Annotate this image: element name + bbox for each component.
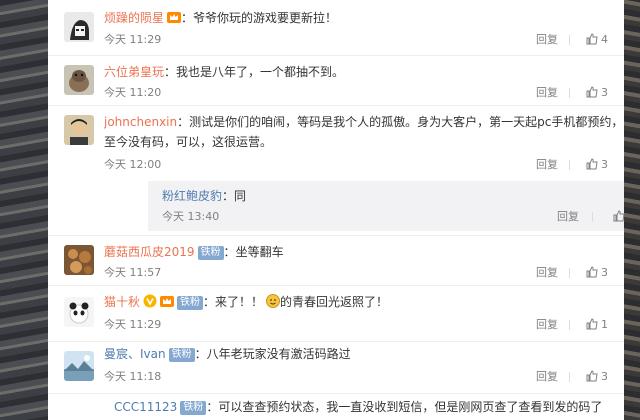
fan-badge: 铁粉 xyxy=(177,296,204,310)
avatar[interactable] xyxy=(64,351,94,381)
divider xyxy=(569,35,570,45)
like-button[interactable]: 3 xyxy=(586,157,608,173)
comment-item: 猫十秋 铁粉 ：来了！！ 的青春回光返照了！ 今天 11:29 回复 1 xyxy=(48,285,624,342)
comment-text: 我也是八年了，一个都抽不到。 xyxy=(176,65,345,79)
like-count: 1 xyxy=(601,318,608,331)
subreply-username[interactable]: 粉红鲍皮豹 xyxy=(162,189,222,203)
comment-time: 今天 11:29 xyxy=(104,318,162,331)
reply-button[interactable]: 回复 xyxy=(536,157,558,173)
comment-text: 八年老玩家没有激活码路过 xyxy=(206,347,351,361)
thumbs-up-icon xyxy=(586,86,598,98)
vip-crown-icon xyxy=(167,12,182,23)
comment-text-after-emoji: 的青春回光返照了！ xyxy=(280,295,389,309)
comment-time: 今天 11:20 xyxy=(104,86,162,99)
comment-time: 今天 11:29 xyxy=(104,33,162,46)
reply-button[interactable]: 回复 xyxy=(536,85,558,101)
reply-button[interactable]: 回复 xyxy=(536,317,558,333)
fan-badge: 铁粉 xyxy=(197,246,224,260)
reply-button[interactable]: 回复 xyxy=(536,265,558,281)
avatar[interactable] xyxy=(64,65,94,95)
comment-username[interactable]: 六位弟皇玩 xyxy=(104,65,164,79)
thumbs-up-icon xyxy=(613,210,624,222)
background-left xyxy=(0,0,48,420)
comment-item: CCC11123 铁粉 ：可以查查预约状态，我一直没收到短信，但是刚网页查了查看到发… xyxy=(114,400,603,415)
comment-item: johnchenxin：测试是你们的咱闹，等码是我个人的孤傲。身为大客户，第一天… xyxy=(48,105,624,236)
thumbs-up-icon xyxy=(586,318,598,330)
divider xyxy=(569,372,570,382)
thumbs-up-icon xyxy=(586,33,598,45)
emoji-face-icon xyxy=(266,294,281,308)
comment-time: 今天 11:18 xyxy=(104,370,162,383)
thumbs-up-icon xyxy=(586,266,598,278)
like-button[interactable]: 3 xyxy=(586,85,608,101)
like-button[interactable]: 3 xyxy=(586,265,608,281)
like-button[interactable]: 3 xyxy=(586,369,608,385)
comment-item: 蘑菇西瓜皮2019 铁粉 ：坐等翻车 今天 11:57 回复 3 xyxy=(48,235,624,286)
comment-text: 来了！！ xyxy=(215,295,264,309)
comment-text: 坐等翻车 xyxy=(235,245,284,259)
like-button[interactable]: 赞 xyxy=(613,209,624,225)
comment-time: 今天 11:57 xyxy=(104,266,162,279)
comment-list: 烦躁的陨星 ：爷爷你玩的游戏要更新拉！ 今天 11:29 回复 4 六位弟皇玩：我… xyxy=(48,0,624,420)
divider xyxy=(569,268,570,278)
reply-button[interactable]: 回复 xyxy=(536,32,558,48)
comment-item: 烦躁的陨星 ：爷爷你玩的游戏要更新拉！ 今天 11:29 回复 4 xyxy=(48,0,624,56)
comment-username[interactable]: johnchenxin xyxy=(104,115,177,129)
comment-username[interactable]: CCC11123 xyxy=(114,400,177,414)
comment-item: 曼宸、Ivan 铁粉 ：八年老玩家没有激活码路过 今天 11:18 回复 3 xyxy=(48,341,624,394)
thumbs-up-icon xyxy=(586,370,598,382)
like-count: 4 xyxy=(601,33,608,46)
comment-item: 六位弟皇玩：我也是八年了，一个都抽不到。 今天 11:20 回复 3 xyxy=(48,55,624,106)
fan-badge: 铁粉 xyxy=(168,348,195,362)
avatar[interactable] xyxy=(64,115,94,145)
like-count: 3 xyxy=(601,370,608,383)
divider xyxy=(569,88,570,98)
fan-badge: 铁粉 xyxy=(180,401,207,415)
comment-username[interactable]: 蘑菇西瓜皮2019 xyxy=(104,245,195,259)
reply-button[interactable]: 回复 xyxy=(557,209,579,225)
sub-reply: 粉红鲍皮豹：同 今天 13:40 回复 赞 xyxy=(148,181,624,231)
like-count: 3 xyxy=(601,266,608,279)
subreply-time: 今天 13:40 xyxy=(162,210,220,223)
verified-v-icon xyxy=(143,294,157,308)
comment-text-continued: 至今没有码，可以，这很运营。 xyxy=(104,135,273,149)
avatar[interactable] xyxy=(64,245,94,275)
thumbs-up-icon xyxy=(586,158,598,170)
like-count: 3 xyxy=(601,158,608,171)
comment-username[interactable]: 烦躁的陨星 xyxy=(104,11,164,25)
comment-text: 测试是你们的咱闹，等码是我个人的孤傲。身为大客户，第一天起pc手机都预约， xyxy=(189,115,624,129)
comment-username[interactable]: 猫十秋 xyxy=(104,295,140,309)
like-count: 3 xyxy=(601,86,608,99)
comment-text: 可以查查预约状态，我一直没收到短信，但是刚网页查了查看到发的码了 xyxy=(218,400,603,414)
like-button[interactable]: 4 xyxy=(586,32,608,48)
comment-text: 爷爷你玩的游戏要更新拉！ xyxy=(193,11,338,25)
vip-crown-icon xyxy=(160,296,175,307)
subreply-text: 同 xyxy=(234,189,247,203)
comment-username[interactable]: 曼宸、Ivan xyxy=(104,347,166,361)
like-button[interactable]: 1 xyxy=(586,317,608,333)
avatar[interactable] xyxy=(64,12,94,42)
divider xyxy=(592,212,593,222)
background-right xyxy=(624,0,640,420)
divider xyxy=(569,320,570,330)
divider xyxy=(569,160,570,170)
reply-button[interactable]: 回复 xyxy=(536,369,558,385)
comment-time: 今天 12:00 xyxy=(104,158,162,171)
avatar[interactable] xyxy=(64,297,94,327)
